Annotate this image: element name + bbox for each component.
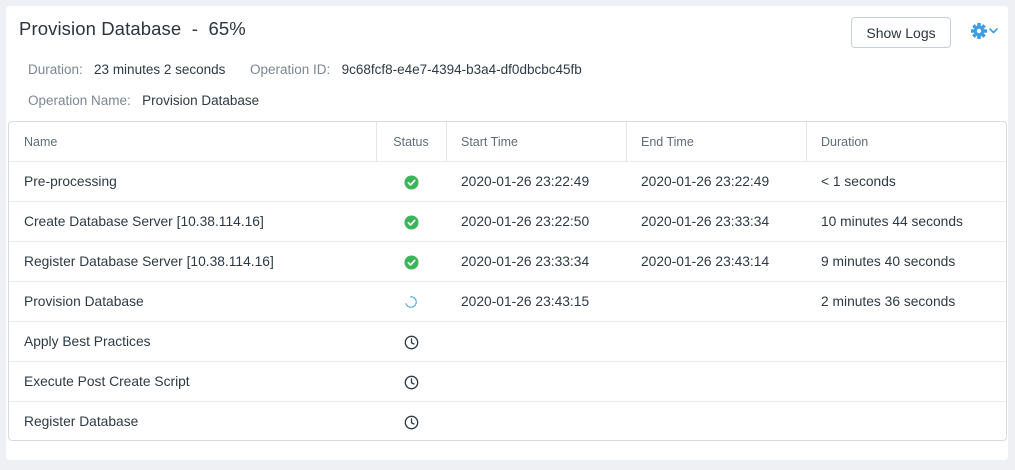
step-status xyxy=(376,162,446,202)
operation-id-label: Operation ID: xyxy=(250,62,331,77)
step-end-time: 2020-01-26 23:22:49 xyxy=(641,174,770,189)
steps-table: Name Status Start Time End Time Duration… xyxy=(8,121,1007,441)
operation-id-meta: Operation ID: 9c68fcf8-e4e7-4394-b3a4-df… xyxy=(250,62,582,77)
table-row: Create Database Server [10.38.114.16] 20… xyxy=(9,202,1006,242)
step-name: Register Database Server [10.38.114.16] xyxy=(24,254,274,269)
chevron-down-icon xyxy=(989,28,998,34)
clock-icon xyxy=(404,335,418,349)
step-name: Pre-processing xyxy=(24,174,117,189)
clock-icon xyxy=(404,375,418,389)
step-duration: < 1 seconds xyxy=(821,174,896,189)
step-duration: 10 minutes 44 seconds xyxy=(821,214,963,229)
column-header-name[interactable]: Name xyxy=(24,122,57,162)
step-name: Apply Best Practices xyxy=(24,334,151,349)
check-circle-icon xyxy=(403,254,419,270)
spinner-icon xyxy=(405,296,417,308)
show-logs-button[interactable]: Show Logs xyxy=(851,17,951,48)
step-end-time: 2020-01-26 23:33:34 xyxy=(641,214,770,229)
operation-name-value: Provision Database xyxy=(142,93,260,108)
table-row: Provision Database 2020-01-26 23:43:15 2… xyxy=(9,282,1006,322)
step-status xyxy=(376,202,446,242)
step-name: Execute Post Create Script xyxy=(24,374,190,389)
gear-icon xyxy=(971,23,998,39)
table-header-row: Name Status Start Time End Time Duration xyxy=(9,122,1006,162)
step-status xyxy=(376,282,446,322)
table-row: Execute Post Create Script xyxy=(9,362,1006,402)
step-name: Register Database xyxy=(24,414,139,429)
table-row: Apply Best Practices xyxy=(9,322,1006,362)
step-start-time: 2020-01-26 23:33:34 xyxy=(461,254,590,269)
step-status xyxy=(376,362,446,402)
check-circle-icon xyxy=(403,214,419,230)
column-header-end-time[interactable]: End Time xyxy=(641,122,694,162)
step-end-time: 2020-01-26 23:43:14 xyxy=(641,254,770,269)
step-start-time: 2020-01-26 23:22:50 xyxy=(461,214,590,229)
step-start-time: 2020-01-26 23:22:49 xyxy=(461,174,590,189)
clock-icon xyxy=(404,415,418,429)
table-row: Register Database Server [10.38.114.16] … xyxy=(9,242,1006,282)
settings-menu-button[interactable] xyxy=(970,21,1000,41)
step-name: Provision Database xyxy=(24,294,144,309)
table-row: Pre-processing 2020-01-26 23:22:49 2020-… xyxy=(9,162,1006,202)
duration-value: 23 minutes 2 seconds xyxy=(94,62,226,77)
column-header-start-time[interactable]: Start Time xyxy=(461,122,518,162)
table-row: Register Database xyxy=(9,402,1006,440)
column-header-duration[interactable]: Duration xyxy=(821,122,868,162)
step-duration: 2 minutes 36 seconds xyxy=(821,294,956,309)
step-status xyxy=(376,322,446,362)
page-title: Provision Database - 65% xyxy=(19,18,246,39)
step-status xyxy=(376,242,446,282)
duration-meta: Duration: 23 minutes 2 seconds xyxy=(28,62,225,77)
step-start-time: 2020-01-26 23:43:15 xyxy=(461,294,590,309)
operation-id-value: 9c68fcf8-e4e7-4394-b3a4-df0dbcbc45fb xyxy=(341,62,582,77)
operation-name-meta: Operation Name: Provision Database xyxy=(28,93,259,108)
step-duration: 9 minutes 40 seconds xyxy=(821,254,956,269)
operation-panel: Provision Database - 65% Show Logs Durat… xyxy=(6,6,1008,460)
column-header-status[interactable]: Status xyxy=(376,122,446,162)
duration-label: Duration: xyxy=(28,62,83,77)
step-status xyxy=(376,402,446,440)
step-name: Create Database Server [10.38.114.16] xyxy=(24,214,264,229)
operation-name-label: Operation Name: xyxy=(28,93,131,108)
check-circle-icon xyxy=(403,174,419,190)
